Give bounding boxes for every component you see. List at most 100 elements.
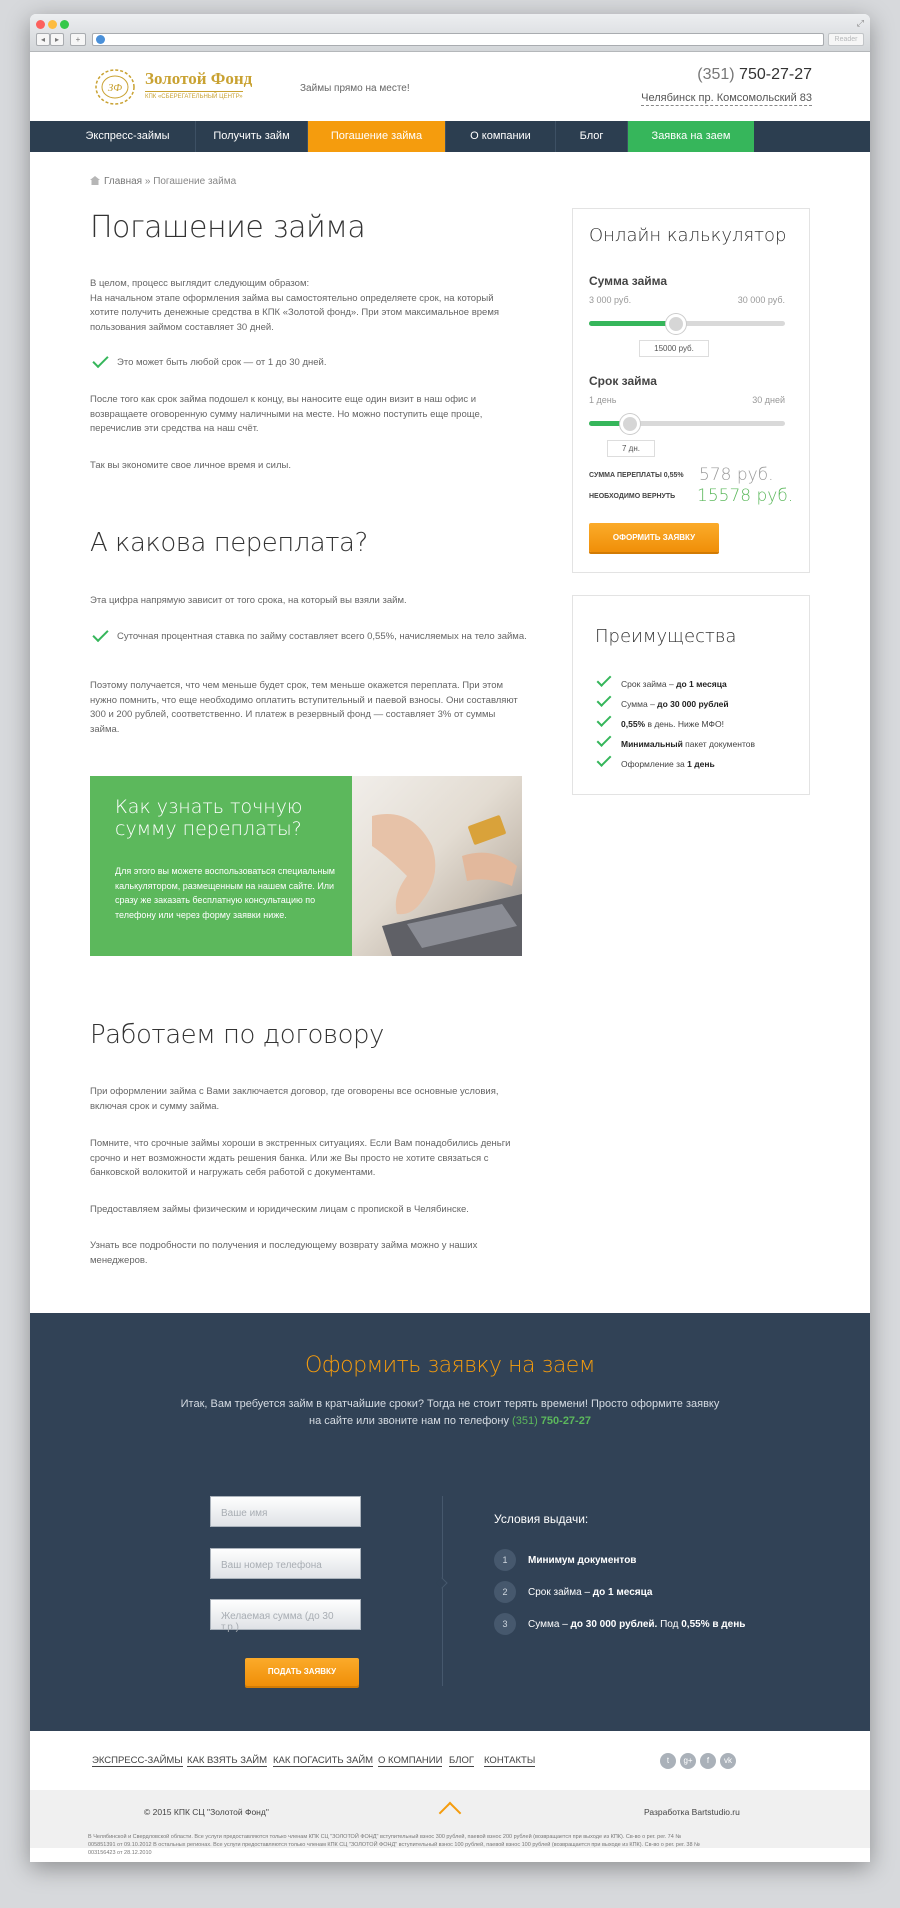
term-max: 30 дней	[752, 395, 785, 405]
sum-slider-fill	[589, 321, 677, 326]
paragraph-save-time: Так вы экономите свое личное время и сил…	[90, 460, 291, 471]
application-subtitle: Итак, Вам требуется займ в кратчайшие ср…	[160, 1396, 740, 1430]
condition-number: 1	[494, 1549, 516, 1571]
svg-text:ЗФ: ЗФ	[108, 82, 122, 94]
return-label: НЕОБХОДИМО ВЕРНУТЬ	[589, 493, 676, 500]
condition-number: 3	[494, 1613, 516, 1635]
return-value: 15578 руб.	[697, 486, 794, 506]
footer-link-blog[interactable]: БЛОГ	[449, 1756, 475, 1767]
menu-item-get-loan[interactable]: Получить займ	[196, 121, 308, 152]
paragraph-fees: Поэтому получается, что чем меньше будет…	[90, 680, 518, 735]
paragraph-managers: Узнать все подробности по получения и по…	[90, 1240, 478, 1266]
advantages-title: Преимущества	[595, 626, 737, 647]
calculator-title: Онлайн калькулятор	[589, 225, 787, 246]
advantage-item: Сумма – до 30 000 рублей	[621, 699, 729, 709]
divider-arrow-icon	[436, 1577, 448, 1589]
section-title-contract: Работаем по договору	[90, 1020, 384, 1050]
facebook-icon[interactable]: f	[700, 1753, 716, 1769]
menu-item-repayment[interactable]: Погашение займа	[308, 121, 446, 152]
legal-text: В Челябинской и Свердловской области. Вс…	[88, 1833, 818, 1857]
submit-application-button[interactable]: ПОДАТЬ ЗАЯВКУ	[245, 1658, 359, 1686]
promo-text-panel: Как узнать точную сумму переплаты? Для э…	[90, 776, 352, 956]
sum-max: 30 000 руб.	[737, 295, 785, 305]
advantage-item: Оформление за 1 день	[621, 759, 715, 769]
site-logo[interactable]: ЗФ Золотой Фонд КПК «СБЕРЕГАТЕЛЬНЫЙ ЦЕНТ…	[92, 63, 282, 109]
main-menu: Экспресс-займы Получить займ Погашение з…	[30, 121, 870, 152]
brand-name: Золотой Фонд	[145, 69, 253, 88]
sum-value: 15000 руб.	[639, 340, 709, 357]
loan-calculator: Онлайн калькулятор Сумма займа 3 000 руб…	[572, 208, 810, 573]
sum-slider-handle[interactable]	[666, 314, 687, 334]
term-value: 7 дн.	[607, 440, 655, 457]
twitter-icon[interactable]: t	[660, 1753, 676, 1769]
google-plus-icon[interactable]: g+	[680, 1753, 696, 1769]
intro-text: В целом, процесс выглядит следующим обра…	[90, 277, 520, 335]
phone-input[interactable]: Ваш номер телефона	[210, 1548, 361, 1579]
application-sub-line-2: на сайте или звоните нам по телефону	[309, 1415, 509, 1427]
header-address[interactable]: Челябинск пр. Комсомольский 83	[641, 92, 812, 106]
menu-item-blog[interactable]: Блог	[556, 121, 628, 152]
paragraph-overpay-depends: Эта цифра напрямую зависит от того срока…	[90, 595, 407, 606]
footer-link-how-to-get[interactable]: КАК ВЗЯТЬ ЗАЙМ	[187, 1756, 268, 1767]
breadcrumb-current: Погашение займа	[153, 176, 237, 187]
condition-item: Минимум документов	[528, 1555, 637, 1566]
legal-line-3: 003156423 от 28.12.2010	[88, 1850, 152, 1856]
paragraph-contract: При оформлении займа с Вами заключается …	[90, 1086, 499, 1112]
advantage-item: 0,55% в день. Ниже МФО!	[621, 719, 724, 729]
term-min: 1 день	[589, 395, 617, 405]
intro-line-1: В целом, процесс выглядит следующим обра…	[90, 278, 310, 289]
application-sub-line-1: Итак, Вам требуется займ в кратчайшие ср…	[180, 1398, 720, 1410]
footer-link-about[interactable]: О КОМПАНИИ	[378, 1756, 443, 1767]
sum-min: 3 000 руб.	[589, 295, 632, 305]
home-icon[interactable]	[90, 176, 100, 185]
paragraph-visit: После того как срок займа подошел к конц…	[90, 394, 483, 434]
page-title: Погашение займа	[90, 210, 366, 245]
amount-input[interactable]: Желаемая сумма (до 30 т.р.)	[210, 1599, 361, 1633]
overpay-label: СУММА ПЕРЕПЛАТЫ 0,55%	[589, 472, 684, 479]
overpay-value: 578 руб.	[699, 465, 774, 485]
term-slider[interactable]	[589, 414, 785, 434]
condition-number: 2	[494, 1581, 516, 1603]
header-phone[interactable]: (351) 750-27-27	[697, 66, 812, 84]
sum-slider[interactable]	[589, 314, 785, 334]
laurel-logo-icon: ЗФ	[95, 69, 135, 105]
advantage-item: Минимальный пакет документов	[621, 739, 755, 749]
menu-item-express[interactable]: Экспресс-займы	[60, 121, 196, 152]
application-phone-number[interactable]: 750-27-27	[541, 1415, 591, 1427]
paragraph-clients: Предоставляем займы физическим и юридиче…	[90, 1204, 469, 1215]
term-slider-handle[interactable]	[619, 414, 640, 434]
footer-link-how-to-repay[interactable]: КАК ПОГАСИТЬ ЗАЙМ	[273, 1756, 374, 1767]
divider	[442, 1496, 443, 1686]
footer-bottom: © 2015 КПК СЦ "Золотой Фонд" Разработка …	[30, 1790, 870, 1856]
application-title: Оформить заявку на заем	[305, 1353, 595, 1378]
scroll-up-icon[interactable]	[438, 1801, 462, 1825]
section-title-overpay: А какова переплата?	[90, 528, 368, 558]
menu-item-about[interactable]: О компании	[446, 121, 556, 152]
conditions-title: Условия выдачи:	[494, 1512, 589, 1526]
application-section: Оформить заявку на заем Итак, Вам требуе…	[30, 1313, 870, 1731]
developer-credit[interactable]: Разработка Bartstudio.ru	[644, 1807, 740, 1817]
intro-line-2: На начальном этапе оформления займа вы с…	[90, 292, 500, 333]
calculator-submit-button[interactable]: ОФОРМИТЬ ЗАЯВКУ	[589, 523, 719, 552]
tagline: Займы прямо на месте!	[300, 83, 410, 94]
legal-line-1: В Челябинской и Свердловской области. Вс…	[88, 1834, 682, 1840]
check-term: Это может быть любой срок — от 1 до 30 д…	[90, 357, 530, 369]
breadcrumb-home-link[interactable]: Главная	[104, 176, 142, 187]
advantage-item: Срок займа – до 1 месяца	[621, 679, 727, 689]
promo-text: Для этого вы можете воспользоваться спец…	[115, 866, 335, 920]
promo-photo	[352, 776, 522, 956]
paragraph-urgent: Помните, что срочные займы хороши в экст…	[90, 1138, 511, 1178]
name-input[interactable]: Ваше имя	[210, 1496, 361, 1527]
menu-item-application[interactable]: Заявка на заем	[628, 121, 754, 152]
phone-code: (351)	[697, 66, 735, 83]
application-phone-code: (351)	[512, 1415, 538, 1427]
promo-title: Как узнать точную сумму переплаты?	[115, 796, 303, 840]
footer-link-contacts[interactable]: КОНТАКТЫ	[484, 1756, 536, 1767]
copyright: © 2015 КПК СЦ "Золотой Фонд"	[144, 1807, 269, 1817]
brand-subtitle: КПК «СБЕРЕГАТЕЛЬНЫЙ ЦЕНТР»	[145, 91, 243, 100]
breadcrumb-separator: »	[144, 176, 151, 187]
term-label: Срок займа	[589, 374, 657, 388]
footer-link-express[interactable]: ЭКСПРЕСС-ЗАЙМЫ	[92, 1756, 183, 1767]
vk-icon[interactable]: vk	[720, 1753, 736, 1769]
page: ЗФ Золотой Фонд КПК «СБЕРЕГАТЕЛЬНЫЙ ЦЕНТ…	[30, 0, 870, 1908]
